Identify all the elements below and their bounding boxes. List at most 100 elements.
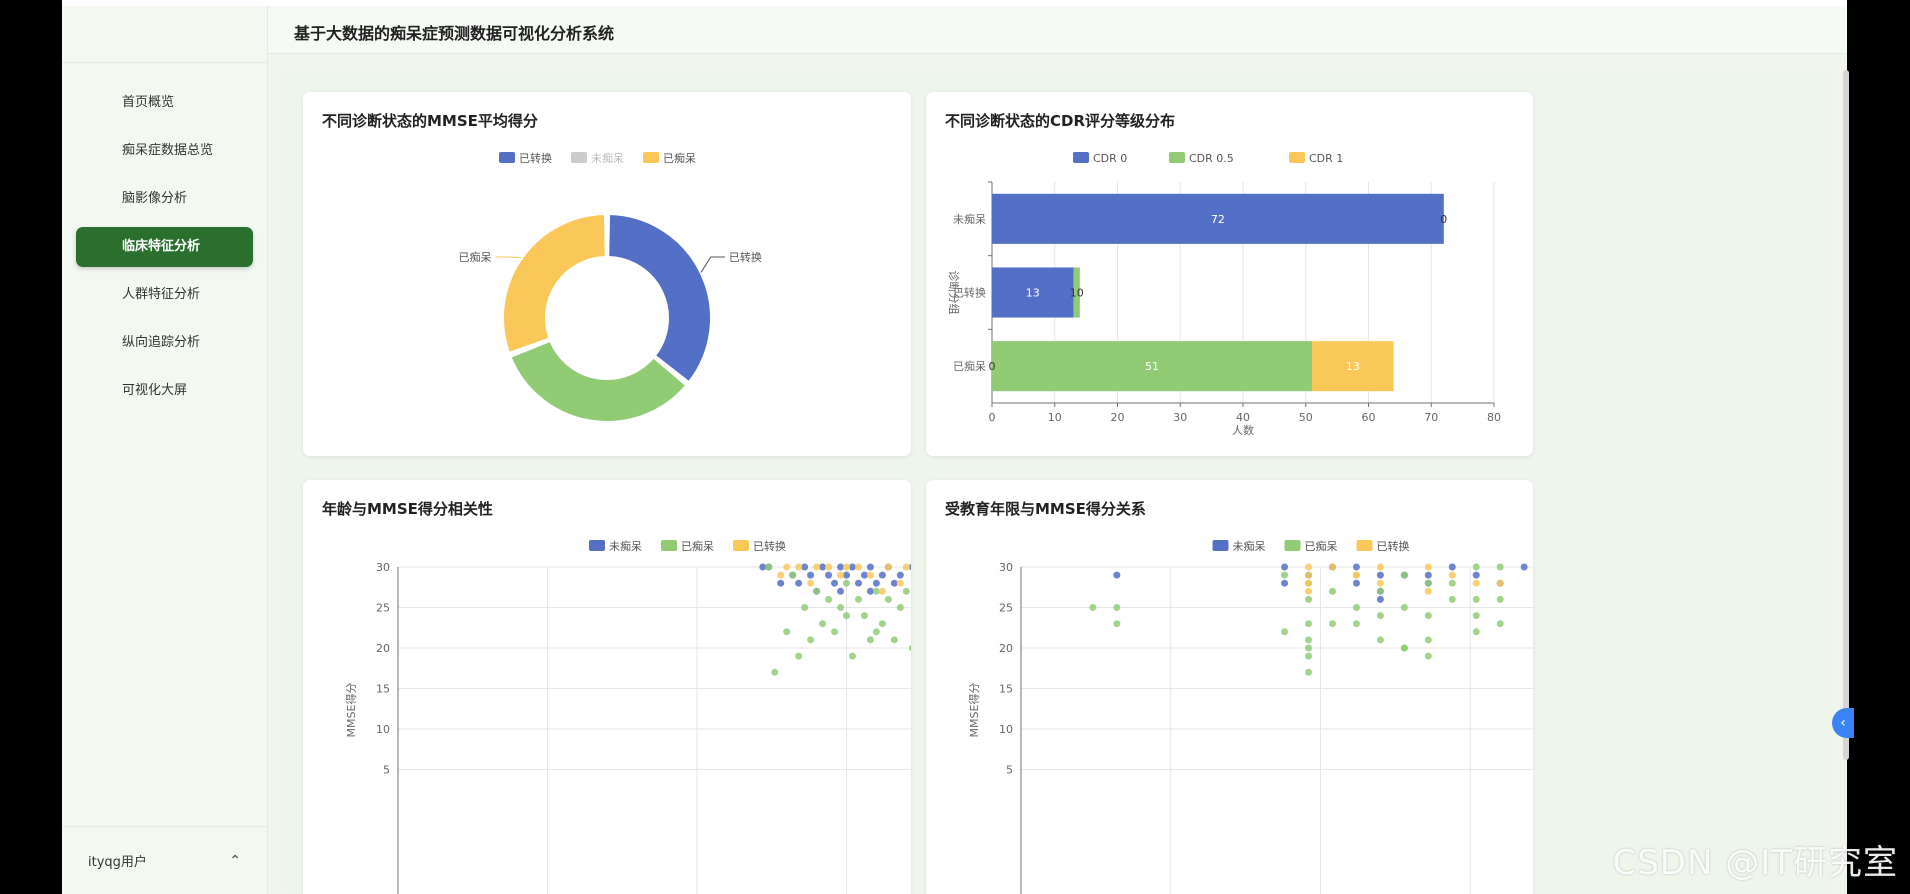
scatter-point [1113,620,1121,628]
chevron-left-icon[interactable]: ‹ [1832,708,1854,738]
bar-data-label: 10 [1070,287,1084,300]
legend-label: 已痴呆 [681,539,714,553]
scatter-point [795,652,803,660]
chevron-up-icon[interactable]: ⌃ [229,853,241,869]
education-mmse-scatter-chart: 未痴呆 已痴呆 已转换 5 10 15 20 25 30 MMSE得分 [968,539,1533,894]
scatter-point [854,563,862,571]
legend-label: 已转换 [753,539,786,553]
scatter-point [777,571,785,579]
legend-label: 未痴呆 [1233,539,1266,553]
legend-swatch [733,540,749,551]
age-mmse-scatter-chart: 未痴呆 已痴呆 已转换 5 10 15 20 25 30 MMSE得分 [345,539,911,894]
scatter-point [1281,571,1289,579]
pie-label-line [495,256,522,259]
scatter-point [825,595,833,603]
scatter-point [1472,571,1480,579]
scatter-point [837,587,845,595]
scatter-point [854,579,862,587]
scatter-point [878,587,886,595]
scatter-point [1376,612,1384,620]
sidebar-item-visual-dashboard[interactable]: 可视化大屏 [76,371,253,411]
legend-label: 未痴呆 [591,151,624,165]
scatter-point [878,620,886,628]
y-tick-label: 已痴呆 [953,359,986,373]
scatter-point [795,563,803,571]
sidebar-item-brain-imaging[interactable]: 脑影像分析 [76,179,253,219]
scatter-point [866,587,874,595]
scatter-point [1496,563,1504,571]
scatter-point [1305,644,1313,652]
scatter-point [866,563,874,571]
scatter-point [1281,628,1289,636]
sidebar-item-clinical-features[interactable]: 临床特征分析 [76,227,253,267]
scatter-point [777,579,785,587]
y-tick-label: 25 [376,602,390,615]
sidebar-item-home[interactable]: 首页概览 [76,83,253,123]
scatter-point [843,563,850,571]
y-tick-label: 15 [376,683,390,696]
x-tick-label: 50 [1299,411,1313,424]
scatter-point [801,604,809,611]
page-scrollbar[interactable] [1843,70,1849,760]
legend-swatch [1073,152,1089,163]
page-header: 基于大数据的痴呆症预测数据可视化分析系统 [268,6,1847,54]
scatter-point [819,563,827,571]
scatter-point [1472,612,1480,620]
scatter-point [1113,604,1121,611]
scatter-point [1472,563,1480,571]
x-tick-label: 70 [1424,411,1438,424]
scatter-point [872,579,880,587]
bar-data-label: 0 [1440,213,1447,226]
y-tick-label: 20 [376,642,390,655]
x-tick-label: 10 [1048,411,1062,424]
scatter-point [1400,571,1408,579]
scatter-point [1472,579,1480,587]
scatter-point [1376,587,1384,595]
legend-swatch [499,152,515,163]
scatter-point [1424,636,1432,644]
scatter-point [1496,595,1504,603]
sidebar-brand-area [62,6,267,63]
scatter-point [1400,644,1408,652]
scatter-point [902,563,910,571]
scatter-point [884,563,892,571]
scatter-point [860,612,868,620]
scatter-point [866,571,874,579]
sidebar-item-population-features[interactable]: 人群特征分析 [76,275,253,315]
scatter-point [813,563,821,571]
scatter-point [848,652,856,660]
scatter-point [1376,579,1384,587]
scatter-point [1305,652,1313,660]
x-tick-label: 80 [1487,411,1501,424]
sidebar-item-dementia-overview[interactable]: 痴呆症数据总览 [76,131,253,171]
scatter-point [1424,571,1432,579]
legend-label: CDR 0 [1093,152,1127,165]
pie-label: 已转换 [729,250,762,264]
legend-swatch [571,152,587,163]
bar-data-label: 72 [1211,213,1225,226]
scatter-point [860,571,868,579]
pie-label-line [700,256,725,273]
scatter-point [807,571,815,579]
scatter-point [1424,587,1432,595]
user-menu[interactable]: ityqg用户 ⌃ [62,826,267,894]
scatter-point [908,644,911,652]
pie-slice [607,213,712,384]
y-tick-label: 未痴呆 [953,212,986,226]
legend-swatch [661,540,677,551]
sidebar-item-longitudinal-tracking[interactable]: 纵向追踪分析 [76,323,253,363]
sidebar-menu: 首页概览 痴呆症数据总览 脑影像分析 临床特征分析 人群特征分析 纵向追踪分析 … [62,63,267,411]
x-tick-label: 60 [1362,411,1376,424]
scatter-point [890,579,898,587]
scatter-point [771,668,779,676]
y-tick-label: 15 [999,683,1013,696]
scatter-point [1305,595,1313,603]
scatter-point [1448,595,1456,603]
y-tick-label: 5 [1006,764,1013,777]
scatter-point [837,563,845,571]
scatter-point [765,563,773,571]
scatter-point [890,636,898,644]
bar-data-label: 0 [989,360,996,373]
scatter-point [1305,563,1313,571]
legend-label: 未痴呆 [609,539,642,553]
